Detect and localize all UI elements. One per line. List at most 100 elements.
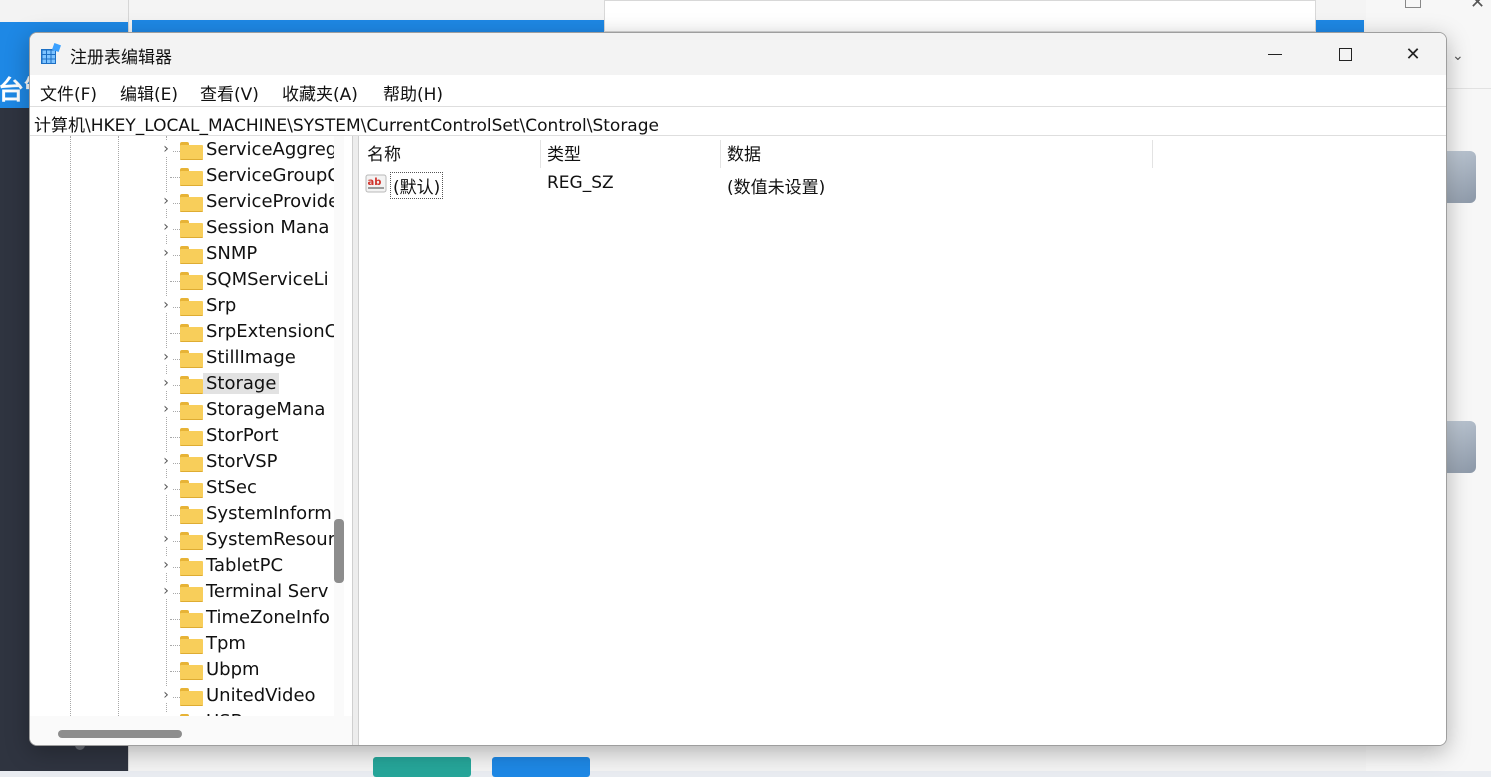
menu-edit[interactable]: 编辑(E) bbox=[120, 80, 178, 105]
tree-item-label: TimeZoneInfo bbox=[206, 607, 330, 628]
title-bar[interactable]: 注册表编辑器 ✕ bbox=[30, 33, 1446, 75]
tree-item-label: StorageMana bbox=[206, 399, 326, 420]
column-header-name[interactable]: 名称 bbox=[367, 140, 401, 170]
value-data: (数值未设置) bbox=[727, 178, 826, 198]
menu-bar: 文件(F) 编辑(E) 查看(V) 收藏夹(A) 帮助(H) bbox=[30, 75, 1446, 105]
tree-item-label: StillImage bbox=[206, 347, 296, 368]
expand-chevron-icon[interactable]: › bbox=[160, 557, 172, 573]
string-value-icon: ab bbox=[365, 174, 387, 193]
maximize-icon bbox=[1338, 47, 1352, 61]
expand-chevron-icon[interactable]: › bbox=[160, 531, 172, 547]
minimize-icon bbox=[1268, 53, 1282, 55]
column-header-type[interactable]: 类型 bbox=[547, 140, 581, 170]
folder-icon bbox=[180, 246, 203, 264]
folder-icon bbox=[180, 636, 203, 654]
folder-icon bbox=[180, 350, 203, 368]
tree-item-label: SQMServiceLi bbox=[206, 269, 329, 290]
address-path[interactable]: 计算机\HKEY_LOCAL_MACHINE\SYSTEM\CurrentCon… bbox=[34, 111, 659, 136]
folder-icon bbox=[180, 324, 203, 342]
tree-item-label: ServiceAggreg bbox=[206, 139, 338, 160]
folder-icon bbox=[180, 532, 203, 550]
expand-chevron-icon[interactable]: › bbox=[160, 401, 172, 417]
value-row[interactable]: ab (默认) REG_SZ (数值未设置) bbox=[359, 170, 1446, 199]
folder-icon bbox=[180, 428, 203, 446]
expand-chevron-icon[interactable]: › bbox=[160, 583, 172, 599]
tree-vertical-scrollbar[interactable] bbox=[334, 136, 344, 716]
folder-icon bbox=[180, 402, 203, 420]
expand-chevron-icon[interactable]: › bbox=[160, 219, 172, 235]
folder-icon bbox=[180, 168, 203, 186]
folder-icon bbox=[180, 558, 203, 576]
value-list-pane[interactable]: 名称 类型 数据 ab (默认) REG_SZ (数值未设置) bbox=[359, 136, 1446, 745]
tree-item-label: StSec bbox=[206, 477, 257, 498]
background-restore-icon bbox=[1405, 0, 1421, 8]
value-name[interactable]: (默认) bbox=[390, 172, 444, 199]
folder-icon bbox=[180, 610, 203, 628]
background-green-button bbox=[373, 757, 471, 777]
minimize-button[interactable] bbox=[1240, 33, 1310, 75]
window-title: 注册表编辑器 bbox=[70, 48, 172, 68]
menu-file[interactable]: 文件(F) bbox=[40, 80, 97, 105]
folder-icon bbox=[180, 688, 203, 706]
folder-icon bbox=[180, 662, 203, 680]
background-close-icon: ✕ bbox=[1470, 0, 1486, 13]
folder-icon bbox=[180, 272, 203, 290]
value-type: REG_SZ bbox=[547, 173, 614, 193]
tree-item-label: SNMP bbox=[206, 243, 258, 264]
folder-icon bbox=[180, 220, 203, 238]
folder-icon bbox=[180, 584, 203, 602]
folder-icon bbox=[180, 454, 203, 472]
expand-chevron-icon[interactable]: › bbox=[160, 245, 172, 261]
column-separator[interactable] bbox=[540, 140, 541, 168]
expand-chevron-icon[interactable]: › bbox=[160, 141, 172, 157]
folder-icon bbox=[180, 506, 203, 524]
regedit-window: 注册表编辑器 ✕ 文件(F) 编辑(E) 查看(V) 收藏夹(A) 帮助(H) … bbox=[29, 32, 1447, 746]
tree-guide-line bbox=[118, 136, 119, 716]
close-icon: ✕ bbox=[1405, 43, 1421, 65]
tree-item-label: StorVSP bbox=[206, 451, 278, 472]
expand-chevron-icon[interactable]: › bbox=[160, 375, 172, 391]
background-blue-button bbox=[492, 757, 590, 777]
key-tree-pane[interactable]: › ServiceAggreg ServiceGroupO › ServiceProvi… bbox=[30, 136, 352, 716]
regedit-app-icon bbox=[41, 43, 61, 64]
tree-vertical-scroll-thumb[interactable] bbox=[334, 519, 344, 583]
close-button[interactable]: ✕ bbox=[1378, 33, 1446, 75]
address-bar[interactable]: 计算机\HKEY_LOCAL_MACHINE\SYSTEM\CurrentCon… bbox=[30, 106, 1446, 136]
tree-item-label: SrpExtensionC bbox=[206, 321, 338, 342]
column-header-data[interactable]: 数据 bbox=[727, 140, 761, 170]
folder-icon bbox=[180, 298, 203, 316]
background-app-topbar bbox=[0, 0, 128, 22]
tree-horizontal-scroll-thumb[interactable] bbox=[58, 730, 182, 738]
maximize-button[interactable] bbox=[1310, 33, 1380, 75]
tree-guide-line bbox=[70, 136, 71, 716]
tree-item-label: Srp bbox=[206, 295, 237, 316]
tree-item-label: SystemInform bbox=[206, 503, 332, 524]
tree-item-label: Tpm bbox=[206, 633, 246, 654]
menu-view[interactable]: 查看(V) bbox=[200, 80, 259, 105]
background-chevron-down-icon: ⌄ bbox=[1452, 48, 1464, 64]
tree-item-label: Terminal Serv bbox=[206, 581, 329, 602]
expand-chevron-icon[interactable]: › bbox=[160, 297, 172, 313]
folder-icon bbox=[180, 480, 203, 498]
background-input bbox=[604, 0, 1316, 32]
folder-icon bbox=[180, 194, 203, 212]
tree-item-label: Storage bbox=[203, 373, 280, 394]
menu-favorites[interactable]: 收藏夹(A) bbox=[282, 80, 358, 105]
tree-item-label: ServiceGroupO bbox=[206, 165, 342, 186]
expand-chevron-icon[interactable]: › bbox=[160, 349, 172, 365]
svg-text:ab: ab bbox=[368, 177, 382, 188]
tree-item-label: Ubpm bbox=[206, 659, 260, 680]
column-separator[interactable] bbox=[720, 140, 721, 168]
tree-item-label: UnitedVideo bbox=[206, 685, 316, 706]
pane-splitter[interactable] bbox=[352, 136, 359, 745]
menu-help[interactable]: 帮助(H) bbox=[383, 80, 443, 105]
expand-chevron-icon[interactable]: › bbox=[160, 193, 172, 209]
expand-chevron-icon[interactable]: › bbox=[160, 687, 172, 703]
tree-item-label: Session Mana bbox=[206, 217, 330, 238]
expand-chevron-icon[interactable]: › bbox=[160, 479, 172, 495]
column-separator[interactable] bbox=[1152, 140, 1153, 168]
expand-chevron-icon[interactable]: › bbox=[160, 453, 172, 469]
tree-item-label: StorPort bbox=[206, 425, 279, 446]
folder-icon bbox=[180, 376, 203, 394]
tree-item-label: SystemResour bbox=[206, 529, 336, 550]
